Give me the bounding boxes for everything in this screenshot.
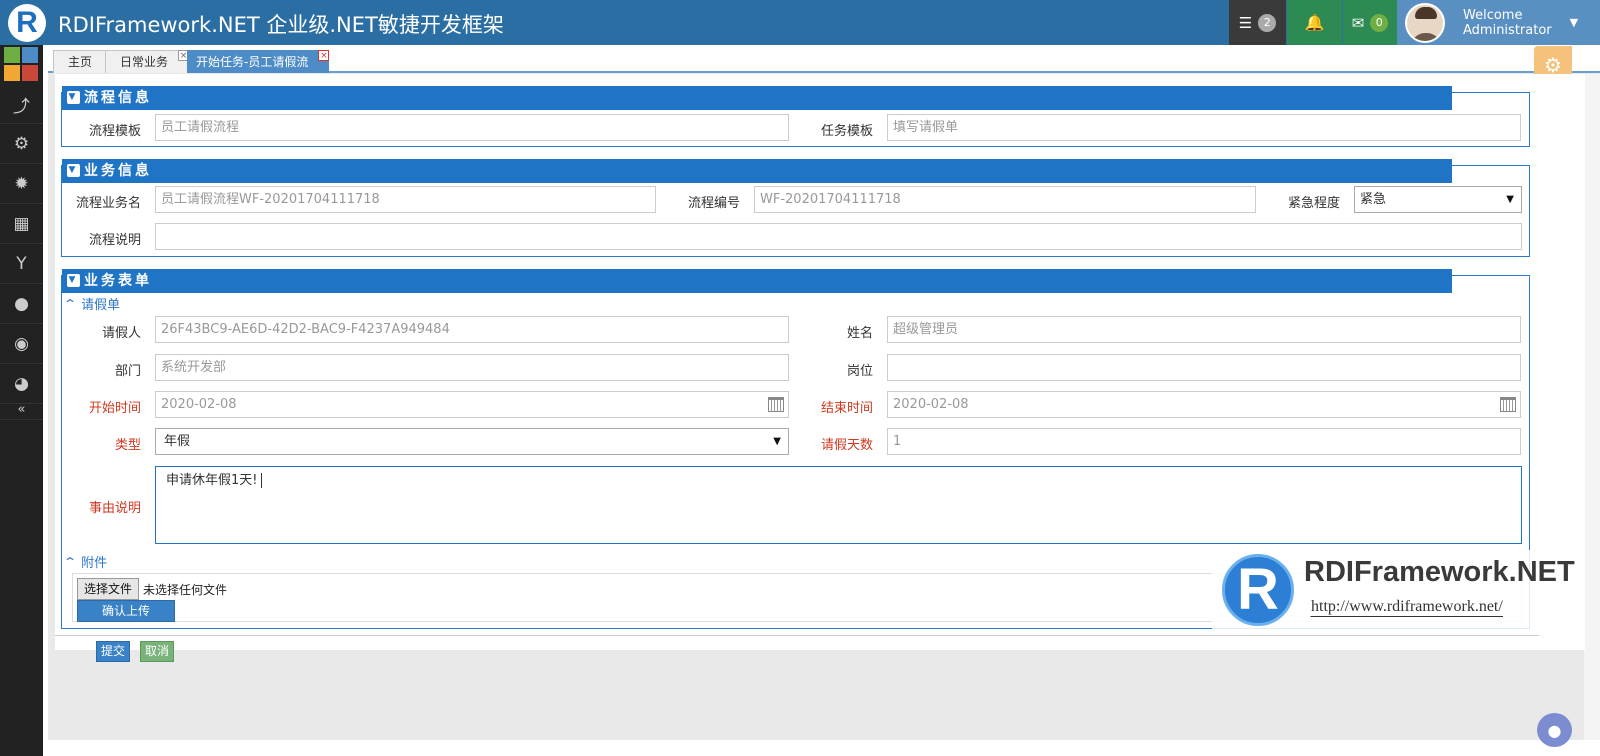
globe-icon[interactable]: ◕ [0, 365, 43, 404]
tab-bar: 主页 日常业务 × 开始任务-员工请假流 × [48, 45, 1600, 73]
flow-template-label: 流程模板 [88, 124, 141, 139]
watermark-logo: R RDIFramework.NET http://www.rdiframewo… [1212, 550, 1575, 634]
bell-icon: 🔔 [1304, 13, 1325, 32]
department-label: 部门 [114, 364, 141, 379]
scrollbar[interactable] [1584, 74, 1600, 740]
watermark-url: http://www.rdiframework.net/ [1310, 598, 1503, 617]
applicant-label: 请假人 [101, 326, 141, 341]
user-text: Welcome Administrator [1463, 8, 1552, 38]
chevron-up-icon: ⌃ [62, 554, 78, 569]
submit-button[interactable]: 提交 [96, 641, 130, 662]
task-template-label: 任务模板 [820, 124, 873, 139]
messages-badge: 0 [1370, 13, 1389, 32]
start-time-label: 开始时间 [88, 401, 141, 416]
filter-icon[interactable]: Y [0, 245, 43, 284]
tasks-icon: ☰ [1238, 13, 1253, 32]
calendar-icon[interactable] [1500, 397, 1516, 412]
end-date-field[interactable]: 2020-02-08 [887, 391, 1521, 418]
business-form-title: 业务表单 [84, 273, 152, 289]
dropdown-arrow-icon: ▼ [773, 436, 781, 447]
position-label: 岗位 [846, 364, 873, 379]
user-menu-button[interactable]: Welcome Administrator ▼ [1397, 0, 1600, 45]
business-info-title: 业务信息 [84, 163, 152, 179]
confirm-upload-button[interactable]: 确认上传 [77, 600, 175, 622]
flow-info-header[interactable]: ▼ 流程信息 [62, 86, 1452, 110]
avatar [1405, 2, 1445, 43]
flow-template-field[interactable]: 员工请假流程 [155, 114, 789, 141]
choose-file-button[interactable]: 选择文件 [77, 578, 140, 600]
close-icon[interactable]: × [318, 50, 330, 61]
collapse-icon[interactable]: ▼ [67, 164, 80, 177]
task-template-field[interactable]: 填写请假单 [887, 114, 1521, 141]
collapse-icon[interactable]: ▼ [67, 274, 80, 287]
tab-daily-business[interactable]: 日常业务 × [105, 50, 190, 73]
notifications-button[interactable]: 🔔 [1287, 0, 1342, 45]
flow-number-field[interactable]: WF-20201704111718 [754, 186, 1256, 213]
position-field[interactable] [887, 354, 1521, 381]
envelope-icon: ✉ [1351, 13, 1365, 32]
business-info-header[interactable]: ▼ 业务信息 [62, 159, 1452, 183]
start-date-field[interactable]: 2020-02-08 [155, 391, 789, 418]
no-file-text: 未选择任何文件 [143, 583, 228, 597]
tasks-button[interactable]: ☰ 2 [1229, 0, 1286, 45]
app-title: RDIFramework.NET 企业级.NET敏捷开发框架 [58, 13, 504, 37]
eye-icon[interactable]: ◉ [0, 325, 43, 364]
dropdown-arrow-icon: ▼ [1506, 194, 1514, 205]
flow-info-section: ▼ 流程信息 流程模板 员工请假流程 任务模板 填写请假单 [61, 86, 1530, 147]
share-icon[interactable]: ⤴ [0, 85, 43, 124]
applicant-field[interactable]: 26F43BC9-AE6D-42D2-BAC9-F4237A949484 [155, 316, 789, 343]
urgency-select[interactable]: 紧急 ▼ [1354, 186, 1522, 213]
messages-button[interactable]: ✉ 0 [1343, 0, 1397, 45]
collapse-icon[interactable]: ▼ [67, 91, 80, 104]
flow-desc-label: 流程说明 [88, 233, 141, 248]
calendar-icon[interactable]: ▦ [0, 205, 43, 244]
leave-type-select[interactable]: 年假 ▼ [155, 428, 789, 455]
business-form-header[interactable]: ▼ 业务表单 [62, 269, 1452, 293]
watermark-title: RDIFramework.NET [1304, 556, 1575, 588]
flow-desc-field[interactable] [155, 223, 1522, 250]
flow-number-label: 流程编号 [687, 196, 740, 211]
reason-label: 事由说明 [88, 501, 141, 516]
chevron-up-icon: ⌃ [62, 296, 78, 311]
name-label: 姓名 [846, 326, 873, 341]
chat-icon[interactable]: ● [1537, 713, 1572, 747]
type-label: 类型 [114, 438, 141, 453]
cog-icon[interactable]: ✹ [0, 165, 43, 204]
tab-start-task[interactable]: 开始任务-员工请假流 × [187, 50, 330, 73]
top-navbar: R RDIFramework.NET 企业级.NET敏捷开发框架 ☰ 2 🔔 ✉… [0, 0, 1600, 45]
tab-home[interactable]: 主页 [53, 50, 108, 73]
tasks-badge: 2 [1258, 13, 1277, 32]
user-name: Administrator [1463, 22, 1552, 38]
reason-textarea[interactable]: 申请休年假1天! [155, 466, 1522, 544]
app-logo: R [8, 4, 46, 42]
collapse-sidebar-icon[interactable]: « [0, 400, 43, 420]
department-field[interactable]: 系统开发部 [155, 354, 789, 381]
business-name-field[interactable]: 员工请假流程WF-20201704111718 [155, 186, 656, 213]
attachment-toggle[interactable]: ⌃ 附件 [62, 552, 107, 572]
flow-info-title: 流程信息 [84, 90, 152, 106]
cancel-button[interactable]: 取消 [140, 641, 174, 662]
shortcut-tiles[interactable] [4, 47, 38, 81]
business-name-label: 流程业务名 [75, 196, 141, 211]
gears-icon[interactable]: ⚙ [0, 125, 43, 164]
wechat-icon[interactable]: ● [0, 285, 43, 324]
leave-days-label: 请假天数 [820, 438, 873, 453]
watermark-logo-mark: R [1222, 554, 1294, 626]
end-time-label: 结束时间 [820, 401, 873, 416]
welcome-text: Welcome [1463, 7, 1523, 23]
leave-days-field[interactable]: 1 [887, 428, 1521, 455]
divider [55, 635, 1539, 636]
leave-form-toggle[interactable]: ⌃ 请假单 [62, 294, 120, 314]
caret-down-icon: ▼ [1569, 16, 1579, 29]
urgency-label: 紧急程度 [1287, 196, 1340, 211]
business-info-section: ▼ 业务信息 流程业务名 员工请假流程WF-20201704111718 流程编… [61, 159, 1530, 257]
calendar-icon[interactable] [768, 397, 784, 412]
name-field[interactable]: 超级管理员 [887, 316, 1521, 343]
sidebar: ⤴ ⚙ ✹ ▦ Y ● ◉ ◕ « [0, 45, 43, 756]
